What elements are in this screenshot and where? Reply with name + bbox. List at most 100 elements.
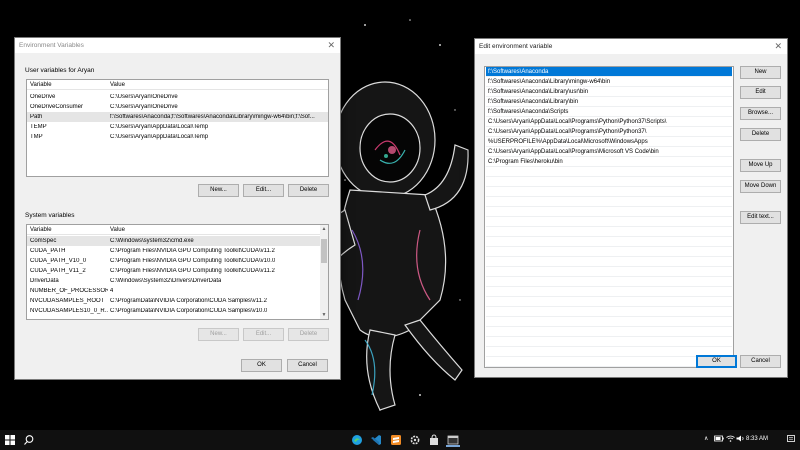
window-title: Edit environment variable	[479, 43, 553, 50]
row-value: C:\Users\Aryan\AppData\Local\Temp	[110, 133, 209, 140]
row-variable: NVCUDASAMPLES10_0_R...	[30, 307, 108, 314]
row-variable: TEMP	[30, 123, 47, 130]
move-down-button[interactable]: Move Down	[740, 180, 781, 193]
table-row[interactable]: CUDA_PATH C:\Program Files\NVIDIA GPU Co…	[27, 246, 328, 256]
table-row[interactable]: OneDrive C:\Users\Aryan\OneDrive	[27, 92, 328, 102]
row-value: C:\Users\Aryan\OneDrive	[110, 103, 178, 110]
edge-icon[interactable]	[350, 433, 364, 447]
user-new-button[interactable]: New...	[198, 184, 239, 197]
system-delete-button[interactable]: Delete	[288, 328, 329, 341]
column-header-value[interactable]: Value	[110, 82, 125, 88]
cancel-button[interactable]: Cancel	[287, 359, 328, 372]
volume-icon[interactable]	[736, 435, 745, 444]
wifi-icon[interactable]	[726, 435, 735, 444]
column-header-value[interactable]: Value	[110, 227, 125, 233]
table-row[interactable]: NVCUDASAMPLES10_0_R... C:\ProgramData\NV…	[27, 306, 328, 316]
edit-button[interactable]: Edit	[740, 86, 781, 99]
system-edit-button[interactable]: Edit...	[243, 328, 284, 341]
delete-button[interactable]: Delete	[740, 128, 781, 141]
path-entry[interactable]: f:\Softwares\Anaconda\Library\bin	[486, 97, 732, 107]
vscode-icon[interactable]	[369, 433, 383, 447]
title-bar[interactable]: Environment Variables ✕	[15, 38, 340, 53]
table-row[interactable]: TEMP C:\Users\Aryan\AppData\Local\Temp	[27, 122, 328, 132]
browse-button[interactable]: Browse...	[740, 107, 781, 120]
empty-row	[486, 297, 732, 307]
path-entry[interactable]: f:\Softwares\Anaconda\Scripts	[486, 107, 732, 117]
path-entry[interactable]: C:\Users\Aryan\AppData\Local\Programs\Mi…	[486, 147, 732, 157]
close-icon[interactable]: ✕	[774, 41, 782, 51]
notification-icon[interactable]	[787, 435, 795, 445]
row-variable: OneDrive	[30, 93, 56, 100]
column-header-variable[interactable]: Variable	[30, 227, 108, 233]
clock-time[interactable]: 8:33 AM	[746, 436, 768, 442]
empty-row	[486, 327, 732, 337]
chevron-up-icon[interactable]: ∧	[704, 435, 708, 442]
empty-row	[486, 197, 732, 207]
table-row[interactable]: OneDriveConsumer C:\Users\Aryan\OneDrive	[27, 102, 328, 112]
user-edit-button[interactable]: Edit...	[243, 184, 284, 197]
empty-row	[486, 287, 732, 297]
scroll-thumb[interactable]	[321, 239, 327, 263]
terminal-icon[interactable]	[446, 433, 460, 447]
row-value: 4	[110, 287, 114, 294]
move-up-button[interactable]: Move Up	[740, 159, 781, 172]
path-entry-selected[interactable]: f:\Softwares\Anaconda	[486, 67, 732, 77]
table-row[interactable]: TMP C:\Users\Aryan\AppData\Local\Temp	[27, 132, 328, 142]
user-variables-table[interactable]: Variable Value OneDrive C:\Users\Aryan\O…	[26, 79, 329, 177]
cancel-button[interactable]: Cancel	[740, 355, 781, 368]
row-value: C:\ProgramData\NVIDIA Corporation\CUDA S…	[110, 297, 267, 304]
taskbar: ∧ 8:33 AM	[0, 430, 800, 450]
table-row[interactable]: NUMBER_OF_PROCESSORS 4	[27, 286, 328, 296]
path-entry[interactable]: f:\Softwares\Anaconda\Library\usr\bin	[486, 87, 732, 97]
row-variable: Path	[30, 113, 43, 120]
row-variable: ComSpec	[30, 237, 57, 244]
empty-row	[486, 307, 732, 317]
new-button[interactable]: New	[740, 66, 781, 79]
path-entry[interactable]: f:\Softwares\Anaconda\Library\mingw-w64\…	[486, 77, 732, 87]
path-entry[interactable]: C:\Users\Aryan\AppData\Local\Programs\Py…	[486, 117, 732, 127]
close-icon[interactable]: ✕	[327, 40, 335, 50]
table-row[interactable]: CUDA_PATH_V10_0 C:\Program Files\NVIDIA …	[27, 256, 328, 266]
table-row[interactable]: DriverData C:\Windows\System32\Drivers\D…	[27, 276, 328, 286]
vertical-scrollbar[interactable]: ▲ ▼	[320, 225, 328, 319]
path-entry[interactable]: C:\Users\Aryan\AppData\Local\Programs\Py…	[486, 127, 732, 137]
column-header-variable[interactable]: Variable	[30, 82, 108, 88]
table-header: Variable Value	[27, 225, 328, 235]
window-title: Environment Variables	[19, 42, 84, 49]
user-delete-button[interactable]: Delete	[288, 184, 329, 197]
path-entry[interactable]: %USERPROFILE%\AppData\Local\Microsoft\Wi…	[486, 137, 732, 147]
system-variables-table[interactable]: Variable Value ComSpec C:\Windows\system…	[26, 224, 329, 320]
windows-start-icon[interactable]	[3, 433, 17, 447]
table-row-selected[interactable]: Path f:\Softwares\Anaconda;f:\Softwares\…	[27, 112, 328, 122]
battery-icon[interactable]	[714, 435, 724, 444]
row-value: C:\Users\Aryan\OneDrive	[110, 93, 178, 100]
table-row[interactable]: NVCUDASAMPLES_ROOT C:\ProgramData\NVIDIA…	[27, 296, 328, 306]
table-row[interactable]: CUDA_PATH_V11_2 C:\Program Files\NVIDIA …	[27, 266, 328, 276]
store-icon[interactable]	[427, 433, 441, 447]
search-icon[interactable]	[22, 433, 36, 447]
empty-row	[486, 237, 732, 247]
empty-row	[486, 337, 732, 347]
empty-row	[486, 187, 732, 197]
path-entries-list[interactable]: f:\Softwares\Anaconda f:\Softwares\Anaco…	[484, 66, 734, 368]
environment-variables-window: Environment Variables ✕ User variables f…	[14, 37, 341, 380]
sublime-text-icon[interactable]	[389, 433, 403, 447]
row-value: C:\Program Files\NVIDIA GPU Computing To…	[110, 267, 275, 274]
scroll-down-icon[interactable]: ▼	[320, 311, 328, 319]
table-row-selected[interactable]: ComSpec C:\Windows\system32\cmd.exe	[27, 236, 328, 246]
system-new-button[interactable]: New...	[198, 328, 239, 341]
ok-button[interactable]: OK	[241, 359, 282, 372]
row-variable: CUDA_PATH_V10_0	[30, 257, 87, 264]
path-entry[interactable]: C:\Program Files\heroku\bin	[486, 157, 732, 167]
row-value: C:\ProgramData\NVIDIA Corporation\CUDA S…	[110, 307, 268, 314]
ok-button[interactable]: OK	[696, 355, 737, 368]
empty-row	[486, 217, 732, 227]
settings-icon[interactable]	[408, 433, 422, 447]
row-value: f:\Softwares\Anaconda;f:\Softwares\Anaco…	[110, 113, 315, 120]
row-value: C:\Users\Aryan\AppData\Local\Temp	[110, 123, 209, 130]
edit-text-button[interactable]: Edit text...	[740, 211, 781, 224]
scroll-up-icon[interactable]: ▲	[320, 225, 328, 233]
empty-row	[486, 167, 732, 177]
row-variable: DriverData	[30, 277, 59, 284]
title-bar[interactable]: Edit environment variable ✕	[475, 39, 787, 54]
